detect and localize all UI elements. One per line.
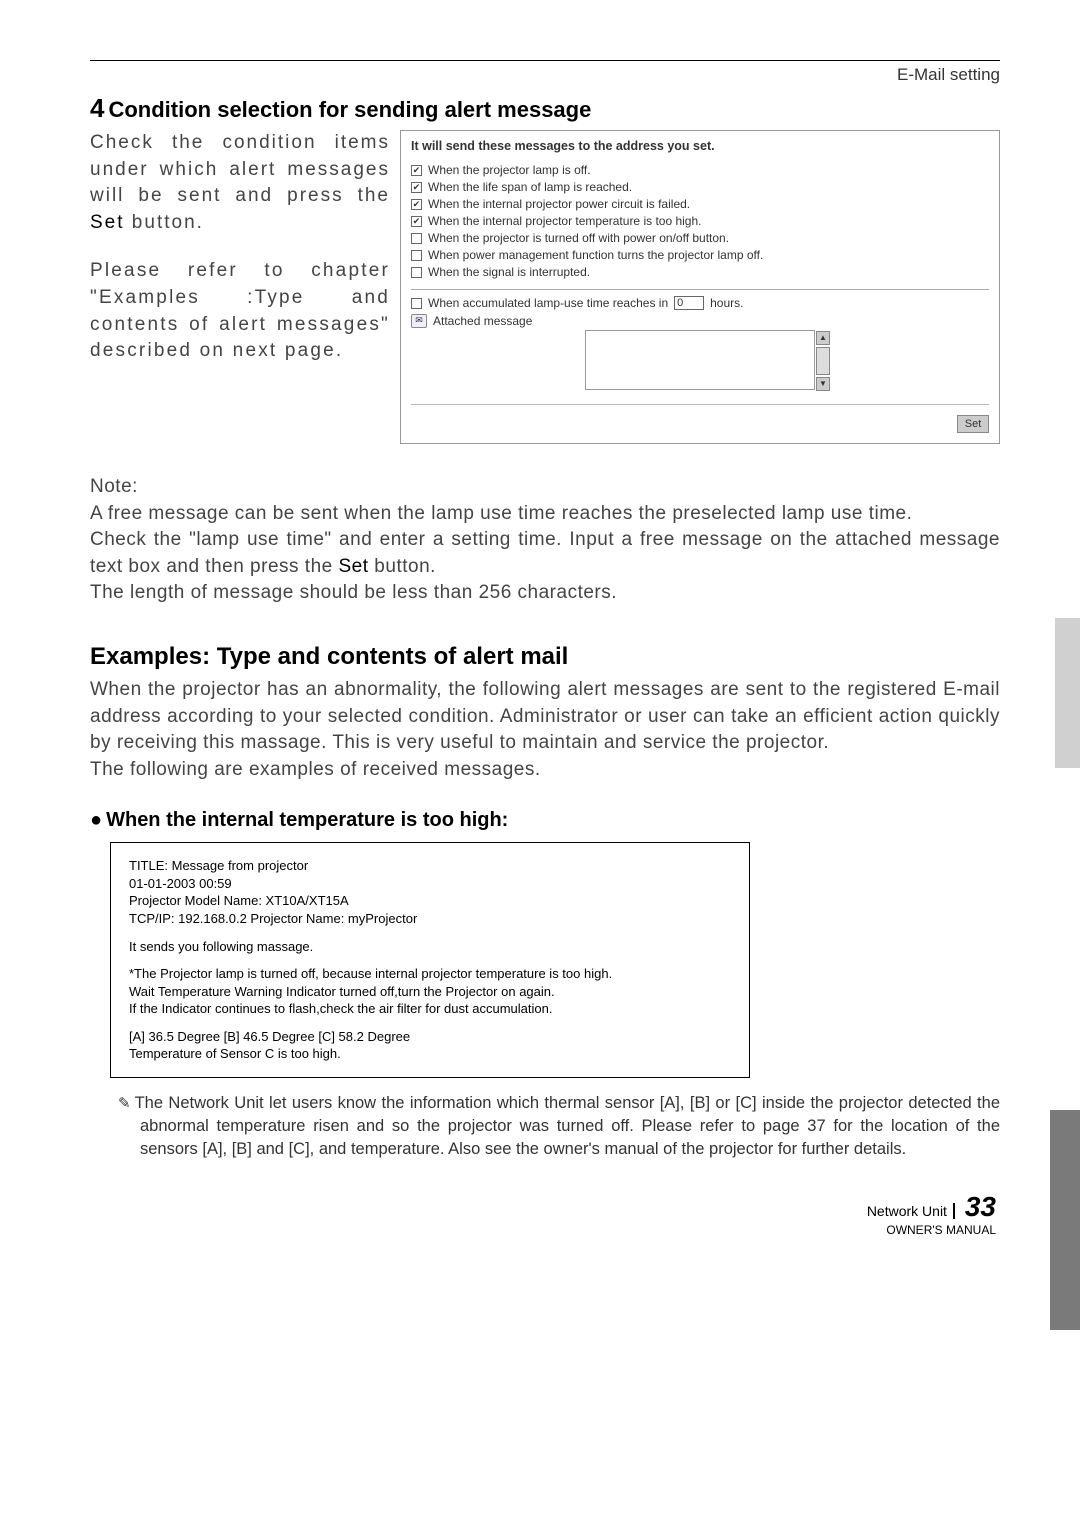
attached-message-label: Attached message <box>433 314 532 328</box>
condition-label: When the signal is interrupted. <box>428 265 590 279</box>
email-l1: TITLE: Message from projector <box>129 858 308 873</box>
lamp-row-prefix: When accumulated lamp-use time reaches i… <box>428 296 668 310</box>
note-set-word: Set <box>339 556 369 577</box>
page-footer: Network Unit 33 OWNER'S MANUAL <box>90 1191 1000 1237</box>
subsection-title-row: ●When the internal temperature is too hi… <box>90 809 1000 832</box>
scroll-track[interactable] <box>816 347 830 375</box>
scroll-up-icon[interactable]: ▲ <box>816 331 830 345</box>
step4-number: 4 <box>90 93 104 123</box>
checkbox-icon[interactable] <box>411 216 422 227</box>
side-gray-band-light <box>1055 618 1080 768</box>
note-line1: A free message can be sent when the lamp… <box>90 501 1000 528</box>
condition-label: When the projector is turned off with po… <box>428 231 729 245</box>
condition-row: When the projector lamp is off. <box>411 163 989 177</box>
header-rule <box>90 60 1000 61</box>
footer-page-number: 33 <box>965 1191 996 1222</box>
step4-set-word: Set <box>90 212 125 233</box>
step4-para2: Please refer to chapter "Examples :Type … <box>90 258 390 364</box>
screenshot-title: It will send these messages to the addre… <box>411 139 989 153</box>
note-line2: Check the "lamp use time" and enter a se… <box>90 527 1000 580</box>
note-line3: The length of message should be less tha… <box>90 580 1000 607</box>
footer-unit: Network Unit <box>867 1203 955 1219</box>
language-tab: ENGLISH <box>1017 1204 1040 1300</box>
footer-manual-label: OWNER'S MANUAL <box>90 1223 996 1237</box>
footnote-text: The Network Unit let users know the info… <box>135 1094 1000 1158</box>
checkbox-icon[interactable] <box>411 199 422 210</box>
condition-row: When the internal projector temperature … <box>411 214 989 228</box>
email-l5: It sends you following massage. <box>129 939 313 954</box>
condition-label: When the projector lamp is off. <box>428 163 591 177</box>
condition-row: When power management function turns the… <box>411 248 989 262</box>
email-example-box: TITLE: Message from projector 01-01-2003… <box>110 842 750 1077</box>
conditions-screenshot: It will send these messages to the addre… <box>400 130 1000 444</box>
subsection-title: When the internal temperature is too hig… <box>106 809 508 831</box>
condition-label: When power management function turns the… <box>428 248 763 262</box>
pencil-icon: ✎ <box>118 1095 131 1112</box>
email-l6: *The Projector lamp is turned off, becau… <box>129 966 612 981</box>
condition-label: When the life span of lamp is reached. <box>428 180 632 194</box>
attached-message-textarea[interactable]: ▲ ▼ <box>585 330 815 390</box>
message-icon: ✉ <box>411 314 427 328</box>
note-line2-prefix: Check the "lamp use time" and enter a se… <box>90 529 1000 577</box>
examples-para: When the projector has an abnormality, t… <box>90 677 1000 757</box>
checkbox-icon[interactable] <box>411 267 422 278</box>
email-l7: Wait Temperature Warning Indicator turne… <box>129 984 555 999</box>
screenshot-divider <box>411 289 989 290</box>
email-l10: Temperature of Sensor C is too high. <box>129 1046 341 1061</box>
condition-row: When the internal projector power circui… <box>411 197 989 211</box>
step4-title-text: Condition selection for sending alert me… <box>108 97 591 122</box>
email-l9: [A] 36.5 Degree [B] 46.5 Degree [C] 58.2… <box>129 1029 410 1044</box>
step4-para1-prefix: Check the condition items under which al… <box>90 132 390 206</box>
step4-para1: Check the condition items under which al… <box>90 130 390 236</box>
email-l3: Projector Model Name: XT10A/XT15A <box>129 893 349 908</box>
side-gray-band-dark <box>1050 1110 1080 1330</box>
set-button[interactable]: Set <box>957 415 989 433</box>
bullet-icon: ● <box>90 809 102 831</box>
note-line2-suffix: button. <box>369 556 436 577</box>
lamp-hours-input[interactable]: 0 <box>674 296 704 310</box>
scroll-down-icon[interactable]: ▼ <box>816 377 830 391</box>
condition-row: When the life span of lamp is reached. <box>411 180 989 194</box>
condition-label: When the internal projector temperature … <box>428 214 701 228</box>
step4-title: 4Condition selection for sending alert m… <box>90 93 1000 124</box>
header-section-label: E-Mail setting <box>90 65 1000 85</box>
checkbox-icon[interactable] <box>411 182 422 193</box>
checkbox-icon[interactable] <box>411 298 422 309</box>
condition-row: When the projector is turned off with po… <box>411 231 989 245</box>
note-heading: Note: <box>90 474 1000 501</box>
condition-label: When the internal projector power circui… <box>428 197 690 211</box>
condition-row: When the signal is interrupted. <box>411 265 989 279</box>
email-l8: If the Indicator continues to flash,chec… <box>129 1001 552 1016</box>
checkbox-icon[interactable] <box>411 250 422 261</box>
examples-para2: The following are examples of received m… <box>90 757 1000 784</box>
lamp-hours-row: When accumulated lamp-use time reaches i… <box>411 296 989 310</box>
checkbox-icon[interactable] <box>411 165 422 176</box>
lamp-row-suffix: hours. <box>710 296 743 310</box>
email-l2: 01-01-2003 00:59 <box>129 876 232 891</box>
footnote: ✎The Network Unit let users know the inf… <box>90 1092 1000 1161</box>
step4-para1-suffix: button. <box>125 212 204 233</box>
examples-title: Examples: Type and contents of alert mai… <box>90 643 1000 671</box>
checkbox-icon[interactable] <box>411 233 422 244</box>
email-l4: TCP/IP: 192.168.0.2 Projector Name: myPr… <box>129 911 417 926</box>
